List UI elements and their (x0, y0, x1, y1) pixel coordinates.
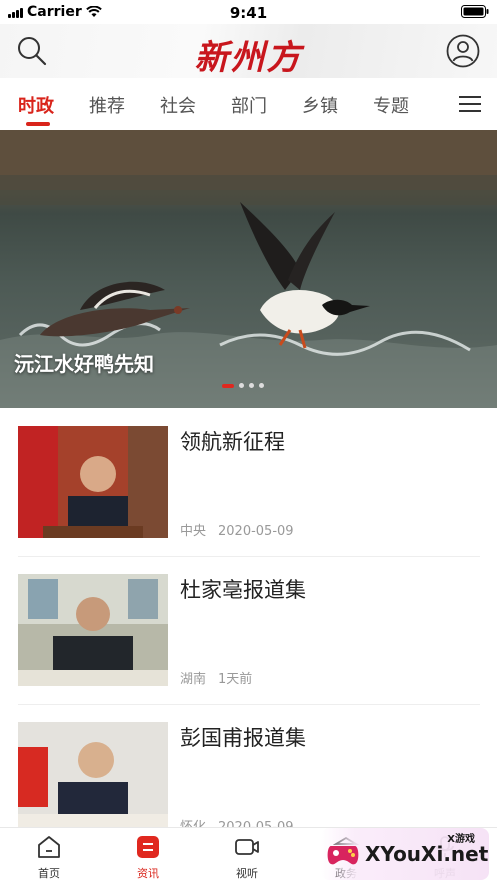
news-thumbnail (18, 426, 168, 538)
news-title: 杜家亳报道集 (180, 578, 306, 602)
news-thumbnail (18, 574, 168, 686)
tab-recommended[interactable]: 推荐 (89, 92, 125, 118)
tab-politics[interactable]: 时政 (18, 92, 54, 118)
news-title: 彭国甫报道集 (180, 726, 306, 750)
nav-news[interactable]: 资讯 (118, 834, 178, 881)
carousel-dot-active (222, 383, 234, 388)
nav-news-label: 资讯 (137, 867, 159, 880)
carousel-dot (239, 383, 244, 388)
carousel-dot (259, 383, 264, 388)
carousel-dot (249, 383, 254, 388)
news-icon (137, 836, 159, 858)
top-bar: 新州方 (0, 24, 497, 78)
nav-video[interactable]: 视听 (217, 834, 277, 881)
news-item[interactable]: 杜家亳报道集 湖南 1天前 (18, 556, 480, 704)
tab-society[interactable]: 社会 (160, 92, 196, 118)
battery-icon (461, 5, 489, 22)
app-logo: 新州方 (194, 38, 303, 78)
tab-towns[interactable]: 乡镇 (302, 92, 338, 118)
category-tabs: 时政 推荐 社会 部门 乡镇 专题 (0, 78, 497, 130)
news-source: 湖南 (180, 672, 207, 687)
banner-caption: 沅江水好鸭先知 (14, 352, 154, 376)
video-icon (235, 839, 259, 855)
news-source: 中央 (180, 524, 207, 539)
news-date: 1天前 (218, 672, 253, 687)
nav-video-label: 视听 (236, 867, 258, 880)
news-thumbnail (18, 722, 168, 834)
home-icon (38, 836, 60, 858)
tab-departments[interactable]: 部门 (231, 92, 267, 118)
menu-icon[interactable] (459, 96, 481, 114)
active-tab-indicator (26, 122, 50, 126)
watermark-text: XYouXi.net (365, 842, 489, 866)
gamepad-icon (327, 846, 359, 865)
news-title: 领航新征程 (180, 430, 285, 454)
nav-home[interactable]: 首页 (19, 834, 79, 881)
news-item[interactable]: 领航新征程 中央 2020-05-09 (18, 408, 480, 556)
news-meta: 湖南 1天前 (180, 668, 252, 687)
banner-carousel[interactable]: 沅江水好鸭先知 (0, 130, 497, 408)
news-meta: 中央 2020-05-09 (180, 520, 294, 539)
carousel-indicator (222, 383, 264, 388)
watermark: X游戏 XYouXi.net (321, 828, 489, 880)
status-time: 9:41 (229, 4, 268, 22)
nav-home-label: 首页 (38, 867, 60, 880)
status-bar: Carrier 9:41 (0, 0, 497, 24)
user-icon[interactable] (446, 34, 480, 68)
tab-topics[interactable]: 专题 (373, 92, 409, 118)
news-date: 2020-05-09 (218, 524, 294, 539)
